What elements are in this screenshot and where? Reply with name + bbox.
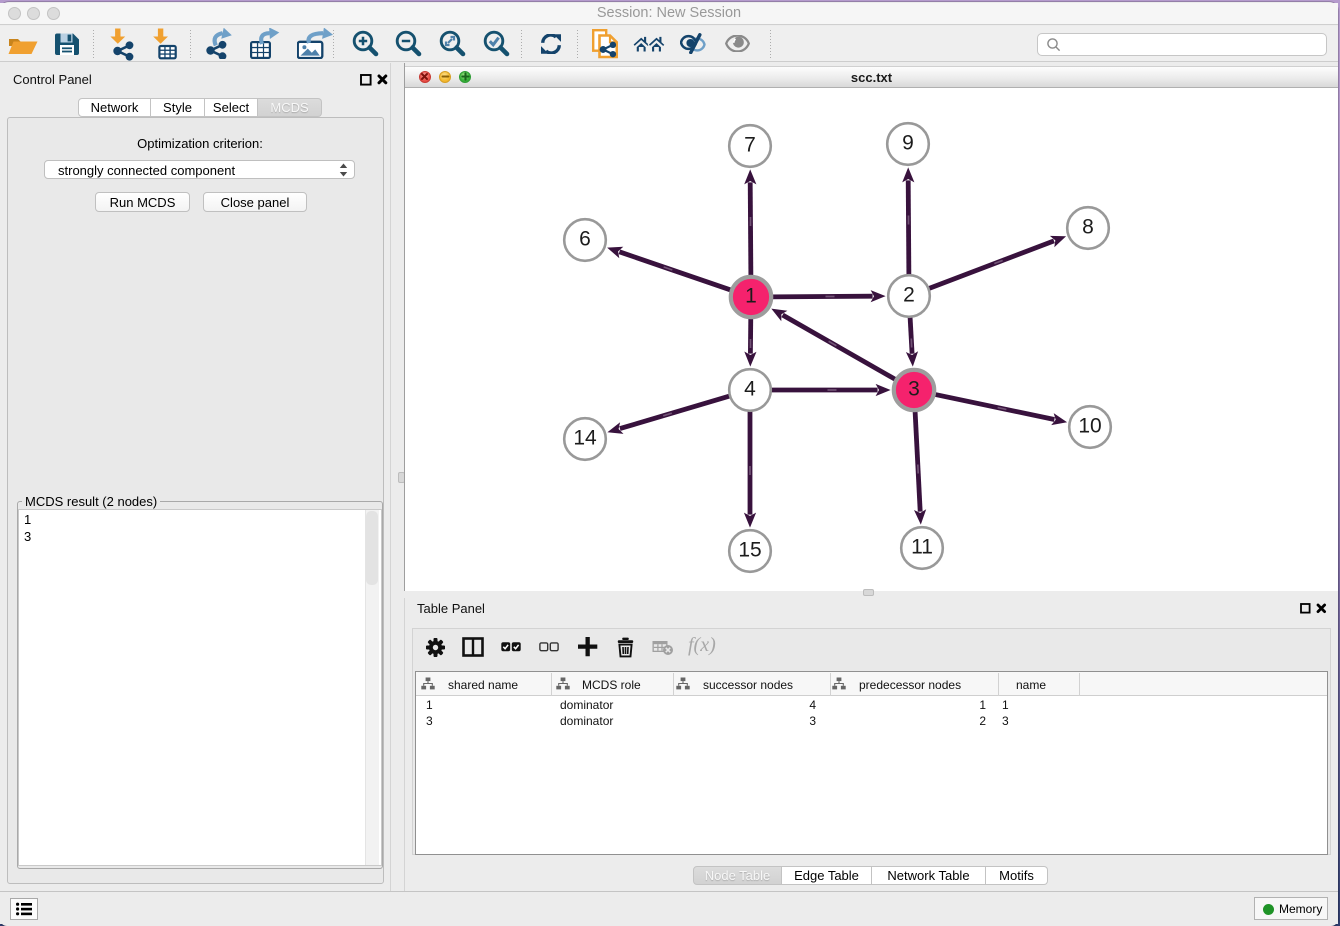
svg-text:4: 4 xyxy=(744,377,756,400)
svg-text:6: 6 xyxy=(579,227,591,250)
svg-text:9: 9 xyxy=(902,131,914,154)
svg-text:15: 15 xyxy=(738,538,761,561)
svg-text:2: 2 xyxy=(903,283,915,306)
svg-text:14: 14 xyxy=(573,426,597,449)
svg-text:10: 10 xyxy=(1078,414,1101,437)
svg-text:3: 3 xyxy=(908,377,920,400)
svg-text:1: 1 xyxy=(745,284,757,307)
svg-text:7: 7 xyxy=(744,133,756,156)
svg-text:8: 8 xyxy=(1082,215,1094,238)
svg-text:11: 11 xyxy=(911,535,933,558)
